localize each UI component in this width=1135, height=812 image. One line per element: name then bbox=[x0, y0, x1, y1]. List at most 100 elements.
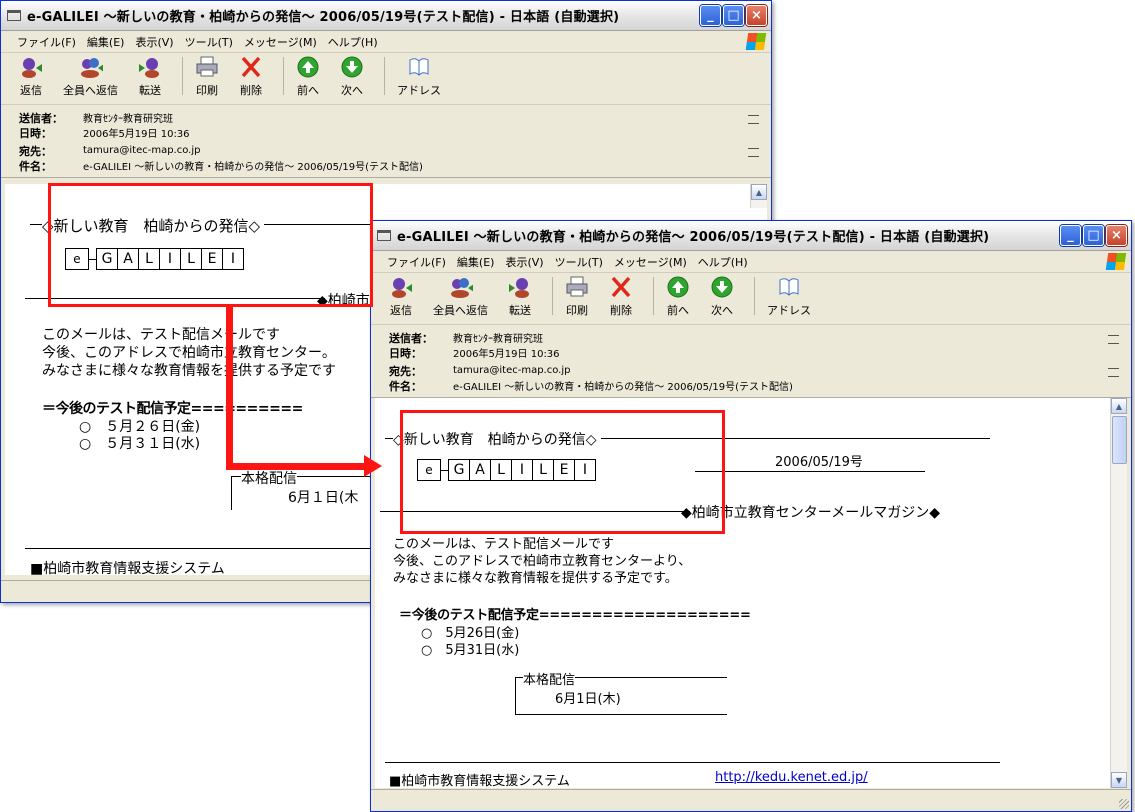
scroll-up-button[interactable]: ▲ bbox=[751, 184, 767, 200]
footer-link[interactable]: http://kedu.kenet.ed.jp/ bbox=[715, 770, 868, 785]
from-value: 教育ｾﾝﾀｰ教育研究班 bbox=[453, 334, 543, 345]
reply-all-button[interactable]: 全員へ返信 bbox=[433, 275, 488, 318]
from-label: 送信者： bbox=[389, 331, 433, 345]
toolbar-separator bbox=[552, 276, 553, 315]
footer-text: ■柏崎市教育情報支援システム bbox=[30, 561, 225, 575]
forward-icon bbox=[138, 55, 162, 79]
previous-icon bbox=[666, 275, 690, 299]
previous-button[interactable]: 前へ bbox=[666, 275, 690, 318]
launch-date: 6月１日(木 bbox=[288, 490, 359, 506]
reply-icon bbox=[19, 55, 43, 79]
maximize-button[interactable]: □ bbox=[1083, 225, 1104, 246]
message-headers: 送信者： 教育ｾﾝﾀｰ教育研究班 日時： 2006年5月19日 10:36 宛先： t… bbox=[1, 105, 771, 178]
reply-button[interactable]: 返信 bbox=[389, 275, 413, 318]
expand-header-icon[interactable] bbox=[748, 115, 759, 124]
maximize-button[interactable]: □ bbox=[723, 5, 744, 26]
minimize-button[interactable]: _ bbox=[700, 5, 721, 26]
menu-view[interactable]: 表示(V) bbox=[135, 34, 173, 50]
reply-all-icon bbox=[449, 275, 473, 299]
print-icon bbox=[195, 55, 219, 79]
highlight-connector bbox=[226, 463, 366, 470]
schedule-heading: ＝今後のテスト配信予定==================== bbox=[399, 608, 751, 623]
scrollbar[interactable]: ▲ ▼ bbox=[1110, 398, 1127, 788]
address-book-button[interactable]: アドレス bbox=[767, 275, 811, 318]
reply-all-icon bbox=[79, 55, 103, 79]
address-book-button[interactable]: アドレス bbox=[397, 55, 441, 98]
expand-header-icon[interactable] bbox=[1108, 335, 1119, 344]
divider bbox=[25, 548, 375, 549]
forward-icon bbox=[508, 275, 532, 299]
message-headers: 送信者： 教育ｾﾝﾀｰ教育研究班 日時： 2006年5月19日 10:36 宛先： t… bbox=[371, 325, 1131, 398]
divider bbox=[385, 762, 1000, 763]
menu-tools[interactable]: ツール(T) bbox=[185, 34, 233, 50]
windows-flag-icon bbox=[1105, 253, 1127, 270]
toolbar: 返信 全員へ返信 転送 印刷 削除 前へ 次へ アドレス bbox=[1, 53, 771, 105]
window-title: e-GALILEI ～新しいの教育・柏崎からの発信～ 2006/05/19号(テ… bbox=[27, 10, 620, 25]
scroll-up-button[interactable]: ▲ bbox=[1111, 398, 1127, 414]
print-button[interactable]: 印刷 bbox=[195, 55, 219, 98]
delete-icon bbox=[609, 275, 633, 299]
print-button[interactable]: 印刷 bbox=[565, 275, 589, 318]
menu-help[interactable]: ヘルプ(H) bbox=[328, 34, 378, 50]
forward-button[interactable]: 転送 bbox=[138, 55, 162, 98]
menu-message[interactable]: メッセージ(M) bbox=[244, 34, 317, 50]
windows-flag-icon bbox=[745, 33, 767, 50]
next-button[interactable]: 次へ bbox=[340, 55, 364, 98]
previous-button[interactable]: 前へ bbox=[296, 55, 320, 98]
menu-tools[interactable]: ツール(T) bbox=[555, 254, 603, 270]
toolbar-separator bbox=[653, 276, 654, 315]
next-button[interactable]: 次へ bbox=[710, 275, 734, 318]
launch-label: 本格配信 bbox=[241, 468, 297, 488]
menu-message[interactable]: メッセージ(M) bbox=[614, 254, 687, 270]
date-value: 2006年5月19日 10:36 bbox=[83, 129, 190, 140]
resize-grip-icon[interactable] bbox=[1119, 799, 1129, 809]
menu-file[interactable]: ファイル(F) bbox=[387, 254, 446, 270]
menu-file[interactable]: ファイル(F) bbox=[17, 34, 76, 50]
next-icon bbox=[340, 55, 364, 79]
scrollbar[interactable]: ▲ bbox=[750, 184, 767, 208]
title-bar[interactable]: e-GALILEI ～新しいの教育・柏崎からの発信～ 2006/05/19号(テ… bbox=[1, 1, 771, 31]
schedule-heading: ＝今後のテスト配信予定========== bbox=[42, 401, 303, 417]
menu-view[interactable]: 表示(V) bbox=[505, 254, 543, 270]
reply-all-button[interactable]: 全員へ返信 bbox=[63, 55, 118, 98]
address-book-icon bbox=[407, 55, 431, 79]
forward-button[interactable]: 転送 bbox=[508, 275, 532, 318]
subject-label: 件名： bbox=[389, 379, 422, 393]
minimize-button[interactable]: _ bbox=[1060, 225, 1081, 246]
reply-icon bbox=[389, 275, 413, 299]
date-value: 2006年5月19日 10:36 bbox=[453, 349, 560, 360]
launch-date: 6月1日(木) bbox=[555, 692, 621, 707]
reply-button[interactable]: 返信 bbox=[19, 55, 43, 98]
toolbar-separator bbox=[384, 56, 385, 95]
menu-edit[interactable]: 編集(E) bbox=[87, 34, 125, 50]
issue-date: 2006/05/19号 bbox=[775, 455, 863, 470]
close-button[interactable]: × bbox=[1106, 225, 1127, 246]
expand-header-icon[interactable] bbox=[748, 148, 759, 157]
mail-icon bbox=[377, 230, 391, 241]
highlight-arrow-icon bbox=[364, 455, 382, 477]
title-bar[interactable]: e-GALILEI ～新しいの教育・柏崎からの発信～ 2006/05/19号(テ… bbox=[371, 221, 1131, 251]
window-title: e-GALILEI ～新しいの教育・柏崎からの発信～ 2006/05/19号(テ… bbox=[397, 230, 990, 245]
status-bar bbox=[371, 789, 1131, 811]
menu-bar: ファイル(F) 編集(E) 表示(V) ツール(T) メッセージ(M) ヘルプ(… bbox=[1, 31, 771, 53]
delete-button[interactable]: 削除 bbox=[239, 55, 263, 98]
highlight-box-before bbox=[48, 183, 373, 307]
from-label: 送信者： bbox=[19, 111, 63, 125]
schedule-item: ○ ５月３１日(水) bbox=[79, 436, 201, 452]
next-icon bbox=[710, 275, 734, 299]
scroll-down-button[interactable]: ▼ bbox=[1111, 772, 1127, 788]
toolbar-separator bbox=[283, 56, 284, 95]
print-icon bbox=[565, 275, 589, 299]
close-button[interactable]: × bbox=[746, 5, 767, 26]
scroll-thumb[interactable] bbox=[1112, 416, 1127, 464]
menu-help[interactable]: ヘルプ(H) bbox=[698, 254, 748, 270]
menu-edit[interactable]: 編集(E) bbox=[457, 254, 495, 270]
subject-value: e-GALILEI ～新しいの教育・柏崎からの発信～ 2006/05/19号(テ… bbox=[453, 382, 793, 393]
previous-icon bbox=[296, 55, 320, 79]
delete-button[interactable]: 削除 bbox=[609, 275, 633, 318]
to-label: 宛先： bbox=[389, 364, 422, 378]
expand-header-icon[interactable] bbox=[1108, 368, 1119, 377]
subject-value: e-GALILEI ～新しいの教育・柏崎からの発信～ 2006/05/19号(テ… bbox=[83, 162, 423, 173]
footer-text: ■柏崎市教育情報支援システム bbox=[389, 774, 570, 788]
highlight-box-after bbox=[400, 410, 725, 534]
